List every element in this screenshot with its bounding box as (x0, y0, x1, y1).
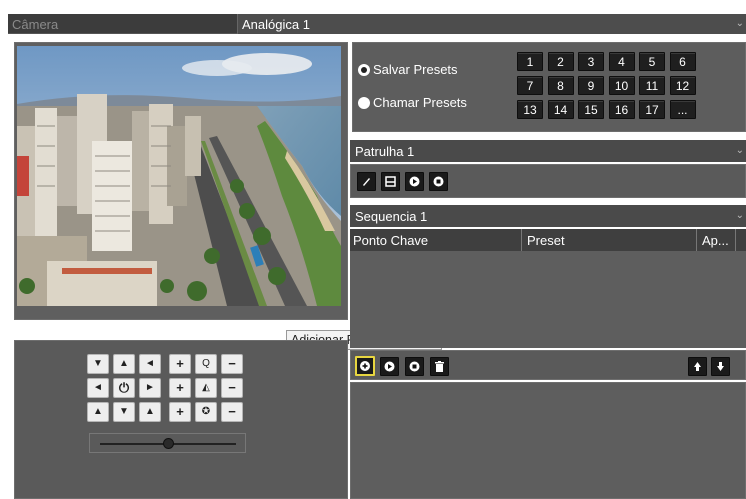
preset-button[interactable]: 16 (608, 100, 635, 119)
zoom-in-button[interactable]: + (169, 354, 191, 374)
zoom-out-button[interactable]: − (221, 354, 243, 374)
sequence-toolbar (350, 350, 746, 380)
save-presets-label: Salvar Presets (373, 62, 458, 77)
chevron-down-icon: ⌄ (735, 18, 744, 29)
preset-button[interactable]: 12 (669, 76, 696, 95)
sequence-select-value: Sequencia 1 (355, 209, 428, 224)
sequence-detail-panel (350, 382, 746, 499)
focus-icon: ◭ (195, 378, 217, 398)
column-header-label: Ap... (702, 233, 729, 248)
arrow-up-icon[interactable] (688, 357, 707, 376)
table-header: Ponto Chave Preset Ap... (350, 229, 746, 251)
call-presets-radio[interactable] (358, 97, 370, 109)
slider-handle[interactable] (163, 438, 174, 449)
pan-left-button[interactable]: ◄ (139, 354, 161, 374)
preset-button[interactable]: 6 (669, 52, 696, 71)
preset-button[interactable]: 13 (517, 100, 543, 119)
pan-up-button[interactable]: ▲ (113, 354, 135, 374)
preset-button[interactable]: 5 (639, 52, 665, 71)
camera-dropdown-value: Analógica 1 (242, 17, 310, 32)
preset-button[interactable]: 4 (608, 52, 635, 71)
camera-select-bar: Câmera Analógica 1 ⌄ (8, 14, 746, 34)
call-presets-label: Chamar Presets (373, 95, 467, 110)
camera-dropdown[interactable]: Analógica 1 ⌄ (237, 14, 746, 34)
focus-near-button[interactable]: + (169, 378, 191, 398)
column-header-label: Preset (527, 233, 565, 248)
sequence-select[interactable]: Sequencia 1 ⌄ (350, 205, 746, 227)
save-icon[interactable] (381, 172, 400, 191)
ptz-center-button[interactable]: ⏻ (113, 378, 135, 398)
play-icon[interactable] (380, 357, 399, 376)
column-header-keypoint[interactable]: Ponto Chave (350, 229, 522, 251)
preset-button[interactable]: 2 (547, 52, 574, 71)
pan-down-button[interactable]: ▼ (113, 402, 135, 422)
pan-right-button[interactable]: ► (139, 378, 161, 398)
column-header-label: Ponto Chave (353, 233, 429, 248)
arrow-down-icon[interactable] (711, 357, 730, 376)
live-video-feed[interactable] (17, 46, 341, 306)
save-presets-radio[interactable] (358, 64, 370, 76)
chevron-down-icon: ⌄ (735, 145, 744, 156)
column-header-ap[interactable]: Ap... (698, 229, 736, 251)
pencil-icon[interactable] (357, 172, 376, 191)
preset-button[interactable]: 7 (517, 76, 543, 95)
focus-far-button[interactable]: − (221, 378, 243, 398)
preset-button[interactable]: 15 (578, 100, 604, 119)
iris-close-button[interactable]: − (221, 402, 243, 422)
preset-button[interactable]: 14 (547, 100, 574, 119)
iris-open-button[interactable]: + (169, 402, 191, 422)
stop-icon[interactable] (429, 172, 448, 191)
camera-label: Câmera (12, 17, 59, 32)
play-icon[interactable] (405, 172, 424, 191)
sequence-table: Ponto Chave Preset Ap... (350, 229, 746, 348)
ptz-speed-slider[interactable] (89, 433, 246, 453)
pan-left-button[interactable]: ◄ (87, 378, 109, 398)
add-keypoint-icon[interactable] (355, 356, 375, 376)
chevron-down-icon: ⌄ (735, 210, 744, 221)
preset-button[interactable]: ... (669, 100, 696, 119)
column-header-preset[interactable]: Preset (523, 229, 697, 251)
preset-button[interactable]: 10 (608, 76, 635, 95)
iris-icon: ✪ (195, 402, 217, 422)
preset-button[interactable]: 9 (578, 76, 604, 95)
patrol-select[interactable]: Patrulha 1 ⌄ (350, 140, 746, 162)
preset-button[interactable]: 11 (639, 76, 665, 95)
preset-button[interactable]: 8 (547, 76, 574, 95)
pan-up-left-button[interactable]: ▲ (87, 402, 109, 422)
pan-up-right-button[interactable]: ▲ (139, 402, 161, 422)
preset-button[interactable]: 1 (517, 52, 543, 71)
trash-icon[interactable] (430, 357, 449, 376)
preset-button[interactable]: 17 (639, 100, 665, 119)
preset-number-grid: 1 2 3 4 5 6 7 8 9 10 11 12 13 14 15 16 17... (517, 52, 701, 124)
preset-button[interactable]: 3 (578, 52, 604, 71)
pan-down-left-button[interactable]: ▼ (87, 354, 109, 374)
patrol-select-value: Patrulha 1 (355, 144, 415, 159)
stop-icon[interactable] (405, 357, 424, 376)
zoom-icon: Q (195, 354, 217, 374)
patrol-toolbar (350, 164, 746, 198)
